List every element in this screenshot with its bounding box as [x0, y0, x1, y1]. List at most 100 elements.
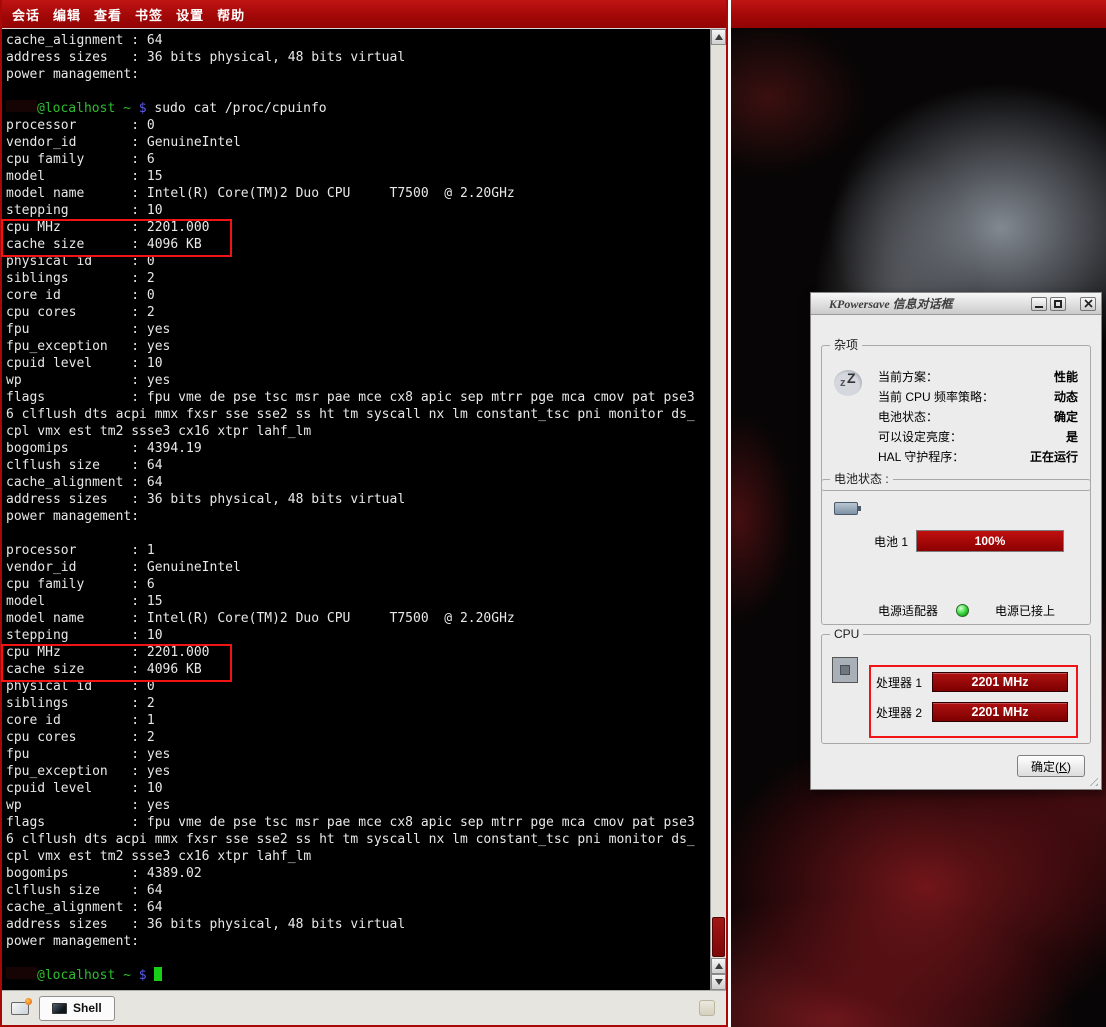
prompt-host: @localhost ~ [37, 968, 131, 983]
terminal-prompt-line: @localhost ~ $ [6, 967, 710, 984]
cpu-frequency-bar: 2201 MHz [932, 702, 1068, 722]
terminal-prompt-line: @localhost ~ $ sudo cat /proc/cpuinfo [6, 100, 710, 117]
scrollbar-bottom-buttons [711, 958, 726, 990]
redacted-username [6, 100, 37, 112]
terminal-line: stepping : 10 [6, 202, 710, 219]
session-tabbar: Shell [2, 990, 726, 1025]
terminal-line: power management: [6, 933, 710, 950]
misc-row: 当前 CPU 频率策略：动态 [878, 386, 1078, 406]
cpu-frequency-value: 2201 MHz [972, 705, 1029, 719]
misc-row: HAL 守护程序： 正在运行 [878, 446, 1078, 466]
menu-item-edit[interactable]: 编辑 [53, 5, 81, 24]
screen: 会话编辑查看书签设置帮助 cache_alignment : 64address… [0, 0, 1106, 1027]
terminal-line: cpu family : 6 [6, 576, 710, 593]
terminal-line: core id : 0 [6, 287, 710, 304]
terminal-line: wp : yes [6, 797, 710, 814]
prompt-symbol: $ [131, 101, 154, 116]
terminal-line: wp : yes [6, 372, 710, 389]
misc-row-value: 动态 [1054, 388, 1078, 405]
prompt-command: sudo cat /proc/cpuinfo [154, 101, 326, 116]
suspend-sleep-icon: z Z [834, 370, 862, 396]
menu-item-settings[interactable]: 设置 [176, 5, 204, 24]
terminal-line: address sizes : 36 bits physical, 48 bit… [6, 916, 710, 933]
redacted-username [6, 967, 37, 979]
prompt-symbol: $ [131, 968, 154, 983]
battery-icon [834, 502, 858, 515]
terminal-cursor [154, 967, 162, 981]
misc-row-value: 是 [1066, 428, 1078, 445]
terminal-line: cache_alignment : 64 [6, 899, 710, 916]
cpu-frequency-bar: 2201 MHz [932, 672, 1068, 692]
new-session-button[interactable] [7, 995, 33, 1021]
terminal-line: cpl vmx est tm2 ssse3 cx16 xtpr lahf_lm [6, 423, 710, 440]
cpu-die [840, 665, 850, 675]
terminal-line: 6 clflush dts acpi mmx fxsr sse sse2 ss … [6, 831, 710, 848]
dialog-body: 杂项 z Z 当前方案：性能当前 CPU 频率策略：动态电池状态：确定可以设定亮… [811, 315, 1101, 789]
menu-item-session[interactable]: 会话 [12, 5, 40, 24]
close-button[interactable] [1080, 297, 1096, 311]
terminal-line: bogomips : 4389.02 [6, 865, 710, 882]
scroll-down-button[interactable] [711, 974, 726, 990]
terminal-line: address sizes : 36 bits physical, 48 bit… [6, 491, 710, 508]
terminal-line: model : 15 [6, 168, 710, 185]
terminal-line: siblings : 2 [6, 270, 710, 287]
ok-label-key: K [1059, 760, 1067, 774]
battery-progress-fill: 100% [917, 531, 1063, 551]
adapter-label: 电源适配器 [878, 602, 938, 619]
terminal-line: model name : Intel(R) Core(TM)2 Duo CPU … [6, 610, 710, 627]
ok-label-post: ) [1067, 760, 1071, 774]
terminal-line: flags : fpu vme de pse tsc msr pae mce c… [6, 389, 710, 406]
menu-bar: 会话编辑查看书签设置帮助 [2, 0, 726, 28]
resize-grip[interactable] [1086, 774, 1098, 786]
ok-button[interactable]: 确定(K) [1017, 755, 1085, 777]
scroll-up-button-bottom[interactable] [711, 958, 726, 974]
close-icon [1084, 299, 1093, 308]
menu-item-view[interactable]: 查看 [94, 5, 122, 24]
prompt-host: @localhost ~ [37, 101, 131, 116]
terminal-line: 6 clflush dts acpi mmx fxsr sse sse2 ss … [6, 406, 710, 423]
minimize-icon [1035, 306, 1043, 308]
terminal-scrollbar[interactable] [710, 29, 726, 990]
session-list-button[interactable] [695, 996, 719, 1020]
dialog-titlebar[interactable]: KPowersave 信息对话框 [811, 293, 1101, 315]
ok-label-pre: 确定( [1031, 760, 1059, 774]
misc-row: 当前方案：性能 [878, 366, 1078, 386]
menu-item-help[interactable]: 帮助 [217, 5, 245, 24]
tab-shell[interactable]: Shell [39, 996, 115, 1021]
cpu-row: 处理器 22201 MHz [876, 697, 1068, 727]
terminal-line: fpu_exception : yes [6, 763, 710, 780]
terminal-line: siblings : 2 [6, 695, 710, 712]
misc-row-label: 电池状态： [878, 408, 938, 425]
cpu-group: CPU 处理器 12201 MHz处理器 22201 MHz [821, 634, 1091, 744]
terminal-line: processor : 1 [6, 542, 710, 559]
tab-shell-label: Shell [73, 1001, 102, 1015]
terminal-line: core id : 1 [6, 712, 710, 729]
minimize-button[interactable] [1031, 297, 1047, 311]
misc-row-value: 正在运行 [1030, 448, 1078, 465]
maximize-button[interactable] [1050, 297, 1066, 311]
terminal-line: cpuid level : 10 [6, 355, 710, 372]
menu-item-bookmarks[interactable]: 书签 [135, 5, 163, 24]
battery-group: 电池状态 : 电池 1 100% 电源适配器 电源已接上 [821, 479, 1091, 625]
misc-row-label: HAL 守护程序： [878, 448, 964, 465]
scroll-up-button[interactable] [711, 29, 726, 45]
terminal-line: cpl vmx est tm2 ssse3 cx16 xtpr lahf_lm [6, 848, 710, 865]
terminal-line: clflush size : 64 [6, 882, 710, 899]
misc-row-value: 确定 [1054, 408, 1078, 425]
terminal-line: flags : fpu vme de pse tsc msr pae mce c… [6, 814, 710, 831]
cpu-rows: 处理器 12201 MHz处理器 22201 MHz [876, 667, 1068, 727]
terminal-line: model : 15 [6, 593, 710, 610]
terminal-output[interactable]: cache_alignment : 64address sizes : 36 b… [2, 29, 710, 990]
terminal-area: cache_alignment : 64address sizes : 36 b… [2, 28, 726, 990]
adapter-row: 电源适配器 电源已接上 [878, 602, 1055, 618]
battery-label: 电池 1 [874, 533, 908, 550]
session-list-icon [699, 1000, 715, 1016]
battery-percent: 100% [975, 534, 1006, 548]
terminal-line: processor : 0 [6, 117, 710, 134]
terminal-line [6, 525, 710, 542]
misc-group-legend: 杂项 [830, 338, 862, 353]
terminal-line: cpuid level : 10 [6, 780, 710, 797]
scrollbar-thumb[interactable] [712, 917, 725, 957]
window-buttons [1031, 297, 1096, 311]
arrow-down-icon [715, 979, 723, 985]
